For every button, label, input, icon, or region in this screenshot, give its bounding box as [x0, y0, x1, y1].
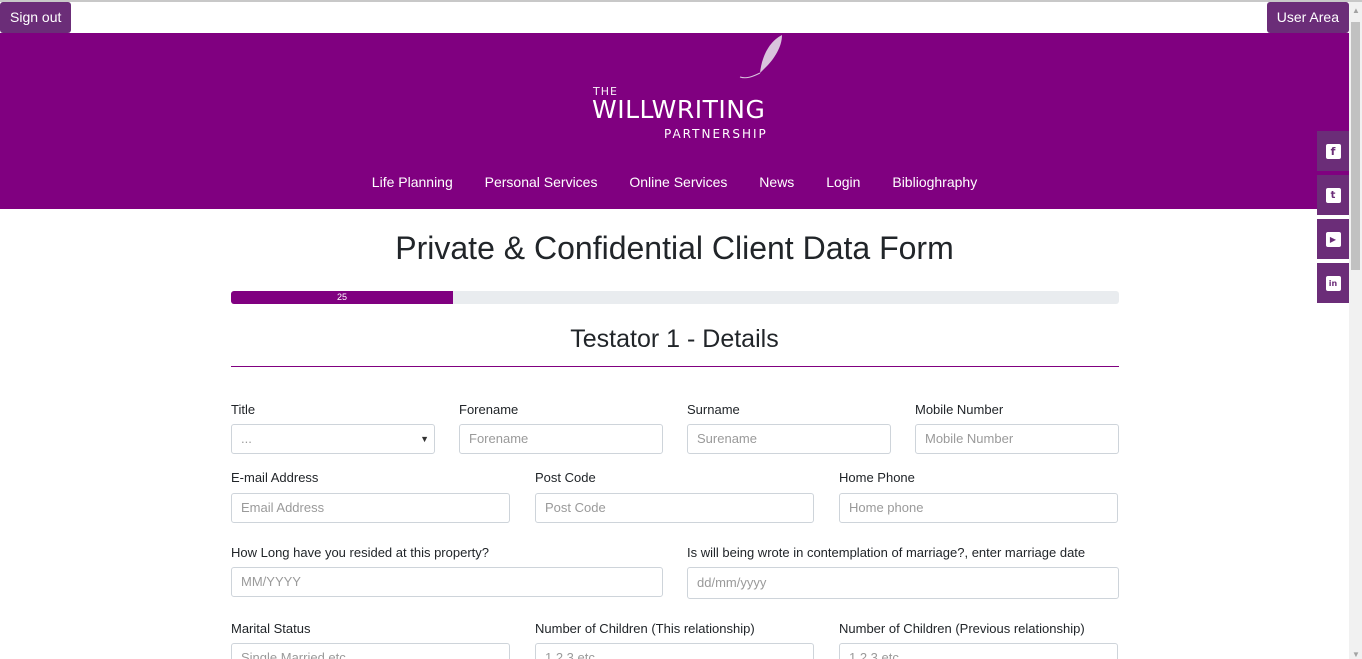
scrollbar-thumb[interactable]	[1351, 22, 1360, 270]
logo-name: WILLWRITING	[592, 95, 766, 124]
site-logo[interactable]: THE WILLWRITING PARTNERSHIP	[592, 35, 792, 179]
forename-input[interactable]: Forename	[459, 424, 663, 454]
facebook-link[interactable]: f	[1317, 131, 1349, 171]
homephone-label: Home Phone	[839, 470, 915, 485]
children-this-input[interactable]: 1,2,3 etc	[535, 643, 814, 659]
form-title: Private & Confidential Client Data Form	[395, 230, 954, 266]
nav-life-planning[interactable]: Life Planning	[372, 174, 453, 190]
mobile-label: Mobile Number	[915, 402, 1004, 417]
progress-fill: 25	[231, 291, 453, 304]
marriage-label: Is will being wrote in contemplation of …	[687, 545, 1086, 560]
progress-bar: 25	[231, 291, 1119, 304]
nav-login[interactable]: Login	[826, 174, 860, 190]
scroll-up-icon[interactable]: ▲	[1352, 6, 1360, 15]
children-prev-label: Number of Children (Previous relationshi…	[839, 621, 1085, 636]
title-select-value: ...	[241, 431, 252, 446]
resided-label: How Long have you resided at this proper…	[231, 545, 489, 560]
mobile-input[interactable]: Mobile Number	[915, 424, 1119, 454]
postcode-input[interactable]: Post Code	[535, 493, 814, 523]
page: Sign out User Area THE WILLWRITING PARTN…	[0, 0, 1362, 659]
user-area-button[interactable]: User Area	[1266, 2, 1349, 33]
quill-icon	[739, 35, 782, 79]
chevron-down-icon: ▼	[420, 434, 429, 444]
marital-label: Marital Status	[231, 621, 311, 636]
sign-out-button[interactable]: Sign out	[0, 2, 72, 33]
logo-sub: PARTNERSHIP	[664, 127, 768, 141]
scroll-down-icon[interactable]: ▼	[1352, 650, 1360, 659]
section-title: Testator 1 - Details	[570, 325, 779, 353]
surname-input[interactable]: Surename	[687, 424, 891, 454]
postcode-label: Post Code	[535, 470, 596, 485]
forename-label: Forename	[459, 402, 519, 417]
nav-bibliography[interactable]: Biblioghraphy	[892, 174, 977, 190]
homephone-input[interactable]: Home phone	[839, 493, 1118, 523]
linkedin-link[interactable]: in	[1317, 263, 1349, 303]
title-label: Title	[231, 402, 256, 417]
children-prev-input[interactable]: 1,2,3 etc	[839, 643, 1118, 659]
twitter-icon: t	[1325, 187, 1341, 203]
marital-input[interactable]: Single,Married etc	[231, 643, 510, 659]
page-scrollbar[interactable]: ▲ ▼	[1349, 2, 1362, 659]
top-bar: Sign out User Area	[0, 2, 1349, 33]
twitter-link[interactable]: t	[1317, 175, 1349, 215]
resided-input[interactable]: MM/YYYY	[231, 567, 663, 597]
nav-personal-services[interactable]: Personal Services	[485, 174, 598, 190]
email-input[interactable]: Email Address	[231, 493, 510, 523]
surname-label: Surname	[687, 402, 740, 417]
section-divider	[231, 366, 1119, 367]
title-select[interactable]: ... ▼	[231, 424, 435, 454]
linkedin-icon: in	[1325, 275, 1341, 291]
marriage-date-input[interactable]: dd/mm/yyyy	[687, 567, 1119, 599]
main-nav: Life Planning Personal Services Online S…	[0, 174, 1349, 190]
children-this-label: Number of Children (This relationship)	[535, 621, 755, 636]
nav-news[interactable]: News	[759, 174, 794, 190]
nav-online-services[interactable]: Online Services	[629, 174, 727, 190]
facebook-icon: f	[1325, 143, 1341, 159]
site-header: THE WILLWRITING PARTNERSHIP Life Plannin…	[0, 33, 1349, 209]
email-label: E-mail Address	[231, 470, 319, 485]
